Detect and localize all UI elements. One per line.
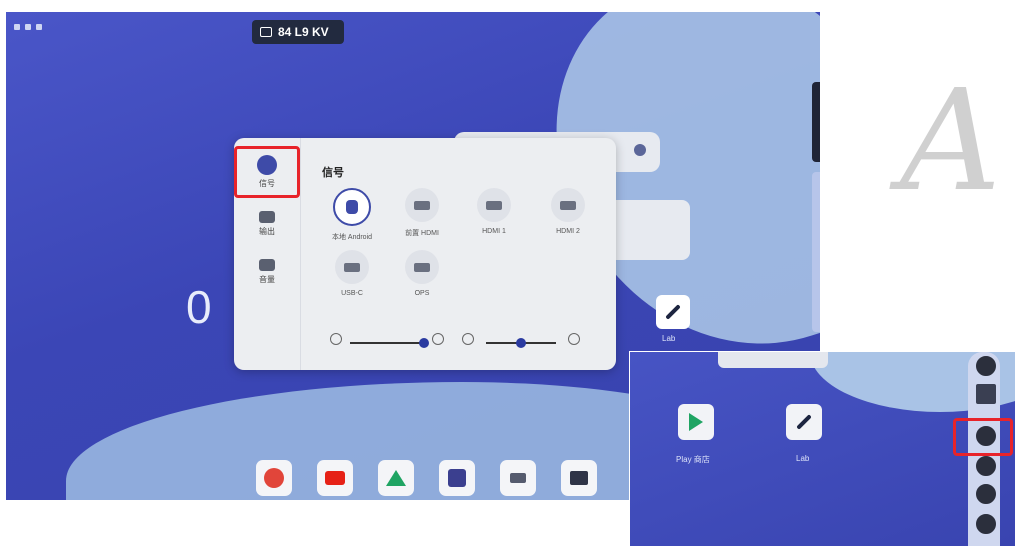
- panel-title: 信号: [322, 167, 344, 179]
- display-icon: [259, 211, 275, 223]
- source-hdmi-2[interactable]: HDMI 2: [542, 188, 594, 235]
- source-usbc[interactable]: USB-C: [326, 250, 378, 297]
- chrome-icon[interactable]: [256, 460, 292, 496]
- lab-app-label: Lab: [662, 334, 676, 343]
- source-ops[interactable]: OPS: [396, 250, 448, 297]
- clock-text: 0: [186, 281, 212, 333]
- screen-icon: [260, 27, 272, 37]
- hdmi-icon: [551, 188, 585, 222]
- watermark: A: [900, 60, 1002, 223]
- usbc-icon: [335, 250, 369, 284]
- lab-app-tile[interactable]: [656, 295, 690, 329]
- brightness-icon: [330, 333, 342, 345]
- device-name: 84 L9 KV: [278, 25, 329, 39]
- source-android[interactable]: 本地 Android: [326, 188, 378, 242]
- chrome-icon[interactable]: [974, 354, 998, 378]
- cast-icon[interactable]: [500, 460, 536, 496]
- brightness-max-icon: [432, 333, 444, 345]
- ops-icon: [405, 250, 439, 284]
- input-source-panel: 信号 输出 音量 信号 本地 Android 前置 HDMI HDMI 1 HD…: [234, 138, 616, 370]
- hdmi-icon: [477, 188, 511, 222]
- files-icon[interactable]: [561, 460, 597, 496]
- lab-app-label: Lab: [796, 454, 810, 463]
- grid-icon[interactable]: [974, 382, 998, 406]
- source-label: OPS: [414, 290, 430, 297]
- pen-icon: [665, 304, 681, 320]
- side-toolbar-panel[interactable]: [812, 172, 820, 332]
- hdmi-icon: [405, 188, 439, 222]
- zoomed-inset: Play 商店 Lab: [629, 351, 1016, 547]
- highlight-annotation: [953, 418, 1013, 456]
- pen-icon[interactable]: [974, 454, 998, 478]
- volume-icon: [259, 259, 275, 271]
- volume-low-icon: [462, 333, 474, 345]
- play-store-icon: [689, 413, 703, 431]
- source-label: 前置 HDMI: [405, 230, 439, 237]
- source-label: 本地 Android: [331, 234, 373, 241]
- app-dock: [256, 460, 597, 496]
- mic-icon[interactable]: [634, 144, 646, 156]
- panel-sidebar: 信号 输出 音量: [234, 138, 301, 370]
- layout-icon[interactable]: [974, 482, 998, 506]
- sidebar-item-volume[interactable]: 音量: [244, 252, 290, 292]
- android-icon: [333, 188, 371, 226]
- sidebar-item-label: 音量: [259, 275, 275, 284]
- volume-slider-knob[interactable]: [516, 338, 526, 348]
- youtube-icon[interactable]: [317, 460, 353, 496]
- pen-icon: [796, 414, 812, 430]
- brightness-slider[interactable]: [350, 338, 430, 348]
- settings-icon[interactable]: [974, 512, 998, 536]
- volume-high-icon: [568, 333, 580, 345]
- device-name-badge: 84 L9 KV: [252, 20, 344, 44]
- notification-card[interactable]: [606, 200, 690, 260]
- play-store-app-tile[interactable]: [678, 404, 714, 440]
- highlight-annotation: [234, 146, 300, 198]
- whiteboard-icon[interactable]: [439, 460, 475, 496]
- source-label: HDMI 1: [482, 228, 506, 235]
- lab-app-tile[interactable]: [786, 404, 822, 440]
- side-toolbar[interactable]: [812, 82, 820, 162]
- inset-top-bar: [718, 352, 828, 368]
- sidebar-item-output[interactable]: 输出: [244, 204, 290, 244]
- play-store-label: Play 商店: [676, 455, 710, 464]
- source-front-hdmi[interactable]: 前置 HDMI: [396, 188, 448, 238]
- source-hdmi-1[interactable]: HDMI 1: [468, 188, 520, 235]
- drive-icon[interactable]: [378, 460, 414, 496]
- system-status-icons: [14, 24, 42, 30]
- brightness-slider-knob[interactable]: [419, 338, 430, 348]
- source-label: HDMI 2: [556, 228, 580, 235]
- source-label: USB-C: [341, 290, 363, 297]
- volume-slider[interactable]: [486, 338, 556, 348]
- sidebar-item-label: 输出: [259, 227, 275, 236]
